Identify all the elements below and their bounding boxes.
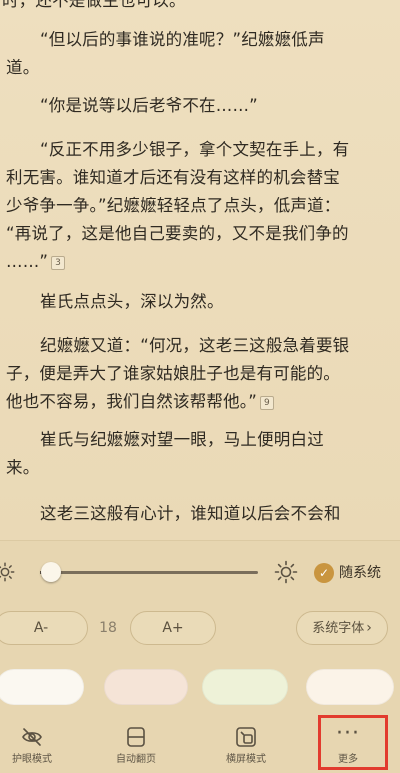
theme-swatch-green[interactable] <box>202 669 288 705</box>
annotation-badge[interactable]: 3 <box>51 256 65 270</box>
font-increase-button[interactable]: A+ <box>130 611 216 645</box>
paragraph: “但以后的事谁说的准呢？”纪嬷嬷低声 道。 <box>0 26 400 82</box>
auto-page-turn-button[interactable]: 自动翻页 <box>96 719 176 773</box>
font-size-row: A- 18 A+ 系统字体› <box>0 611 400 645</box>
font-size-value: 18 <box>98 611 118 645</box>
text-line: “再说了，这是他自己要卖的，又不是我们争的 <box>0 220 400 248</box>
auto-page-turn-label: 自动翻页 <box>96 753 176 767</box>
brightness-low-icon <box>0 561 16 583</box>
text-line: 时，还不是做主也可以。 <box>0 0 400 15</box>
paragraph: 崔氏与纪嬷嬷对望一眼，马上便明白过 来。 <box>0 426 400 482</box>
text-line: “但以后的事谁说的准呢？”纪嬷嬷低声 <box>0 26 400 54</box>
landscape-mode-icon <box>234 725 258 749</box>
brightness-high-icon <box>274 560 298 584</box>
text-line: 纪嬷嬷又道：“何况，这老三这般急着要银 <box>0 332 400 360</box>
brightness-slider[interactable] <box>40 571 258 574</box>
chevron-right-icon: › <box>366 620 372 636</box>
text-line: 子，便是弄大了谁家姑娘肚子也是有可能的。 <box>0 360 400 388</box>
brightness-slider-handle[interactable] <box>41 562 61 582</box>
reading-area[interactable]: 时，还不是做主也可以。 “但以后的事谁说的准呢？”纪嬷嬷低声 道。 “你是说等以… <box>0 0 400 540</box>
text-fragment: 他也不容易，我们自然该帮帮他。” <box>6 392 257 411</box>
theme-swatch-white[interactable] <box>0 669 84 705</box>
check-icon: ✓ <box>314 563 334 583</box>
text-line: 少爷争一争。”纪嬷嬷轻轻点了点头，低声道： <box>0 192 400 220</box>
paragraph: 崔氏点点头，深以为然。 <box>0 288 400 316</box>
text-line-with-note: ……”3 <box>0 248 400 276</box>
font-family-label: 系统字体 <box>312 621 364 636</box>
text-line: 崔氏与纪嬷嬷对望一眼，马上便明白过 <box>0 426 400 454</box>
paragraph: 时，还不是做主也可以。 <box>0 0 400 15</box>
annotation-badge[interactable]: 9 <box>260 396 274 410</box>
text-line: 利无害。谁知道才后还有没有这样的机会替宝 <box>0 164 400 192</box>
eye-protection-icon <box>20 725 44 749</box>
landscape-mode-label: 横屏模式 <box>206 753 286 767</box>
paragraph: “反正不用多少银子，拿个文契在手上，有 利无害。谁知道才后还有没有这样的机会替宝… <box>0 136 400 276</box>
text-line: 崔氏点点头，深以为然。 <box>0 288 400 316</box>
text-line: “反正不用多少银子，拿个文契在手上，有 <box>0 136 400 164</box>
paragraph: 这老三这般有心计，谁知道以后会不会和 <box>0 500 400 528</box>
font-family-button[interactable]: 系统字体› <box>296 611 388 645</box>
paragraph: “你是说等以后老爷不在……” <box>0 92 400 120</box>
text-line: 这老三这般有心计，谁知道以后会不会和 <box>0 500 400 528</box>
text-line: 道。 <box>0 54 400 82</box>
auto-page-icon <box>124 725 148 749</box>
follow-system-label: 随系统 <box>339 563 381 583</box>
highlight-annotation-box <box>318 715 388 770</box>
text-line: 来。 <box>0 454 400 482</box>
text-fragment: ……” <box>6 252 48 271</box>
paragraph: 纪嬷嬷又道：“何况，这老三这般急着要银 子，便是弄大了谁家姑娘肚子也是有可能的。… <box>0 332 400 416</box>
brightness-row: ✓ 随系统 <box>0 557 400 589</box>
text-line: “你是说等以后老爷不在……” <box>0 92 400 120</box>
font-decrease-button[interactable]: A- <box>0 611 88 645</box>
theme-swatch-cream[interactable] <box>306 669 394 705</box>
landscape-mode-button[interactable]: 横屏模式 <box>206 719 286 773</box>
text-line-with-note: 他也不容易，我们自然该帮帮他。”9 <box>0 388 400 416</box>
theme-swatch-pink[interactable] <box>104 669 188 705</box>
eye-protection-button[interactable]: 护眼模式 <box>0 719 72 773</box>
theme-row <box>0 669 400 703</box>
eye-protection-label: 护眼模式 <box>0 753 72 767</box>
